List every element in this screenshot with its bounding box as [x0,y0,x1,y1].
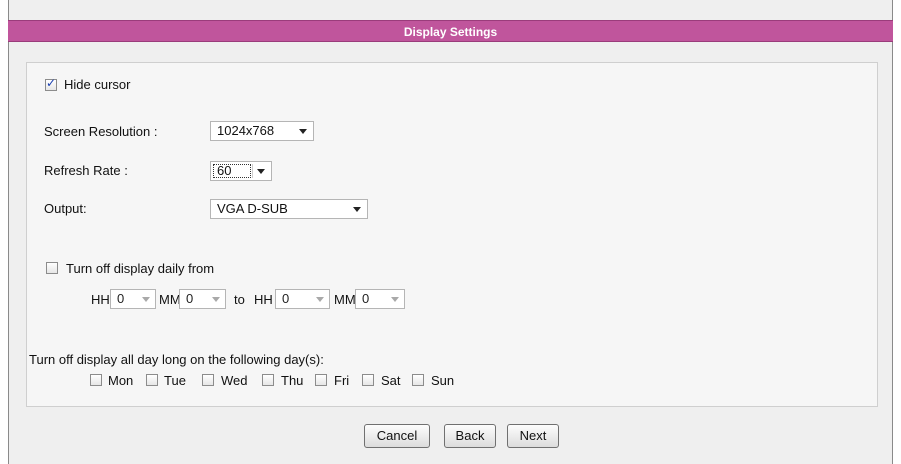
from-mm-select[interactable]: 0 [179,289,226,309]
day-label-thu: Thu [281,373,304,388]
screen-resolution-label: Screen Resolution : [44,124,158,139]
screen-resolution-select[interactable]: 1024x768 [210,121,314,141]
to-mm-value: 0 [362,291,370,306]
day-checkbox-thu[interactable] [262,374,274,386]
day-label-wed: Wed [221,373,248,388]
day-label-mon: Mon [108,373,134,388]
turn-off-days-label: Turn off display all day long on the fol… [29,352,324,367]
turn-off-daily-checkbox[interactable] [46,262,58,274]
day-checkbox-tue[interactable] [146,374,158,386]
hide-cursor-label: Hide cursor [64,77,131,92]
day-checkbox-wed[interactable] [202,374,214,386]
to-hh-value: 0 [282,291,290,306]
screen-resolution-value: 1024x768 [217,123,275,138]
chevron-down-icon [257,169,265,174]
chevron-down-icon [299,129,307,134]
next-button[interactable]: Next [507,424,559,448]
from-hh-value: 0 [117,291,125,306]
output-value: VGA D-SUB [217,201,288,216]
day-label-sat: Sat [381,373,401,388]
day-label-sun: Sun [431,373,455,388]
refresh-rate-select[interactable]: 60 [210,161,272,181]
output-label: Output: [44,201,87,216]
from-mm-label: MM [159,292,181,307]
turn-off-daily-label: Turn off display daily from [66,261,215,276]
focus-ring [213,164,251,178]
from-hh-select[interactable]: 0 [110,289,156,309]
from-mm-value: 0 [186,291,194,306]
to-label: to [234,292,245,307]
day-checkbox-fri[interactable] [315,374,327,386]
day-checkbox-sun[interactable] [412,374,424,386]
output-select[interactable]: VGA D-SUB [210,199,368,219]
refresh-rate-label: Refresh Rate : [44,163,128,178]
day-label-tue: Tue [164,373,186,388]
page-title: Display Settings [8,20,893,42]
day-checkbox-mon[interactable] [90,374,102,386]
cancel-button[interactable]: Cancel [364,424,430,448]
to-hh-select[interactable]: 0 [275,289,330,309]
day-checkbox-sat[interactable] [362,374,374,386]
chevron-down-icon [212,297,220,302]
dropdown-separator [252,164,253,178]
chevron-down-icon [391,297,399,302]
hide-cursor-checkbox[interactable] [45,76,57,91]
chevron-down-icon [316,297,324,302]
chevron-down-icon [142,297,150,302]
to-mm-label: MM [334,292,356,307]
day-label-fri: Fri [334,373,350,388]
back-button[interactable]: Back [444,424,496,448]
to-mm-select[interactable]: 0 [355,289,405,309]
from-hh-label: HH [91,292,110,307]
chevron-down-icon [353,207,361,212]
to-hh-label: HH [254,292,273,307]
